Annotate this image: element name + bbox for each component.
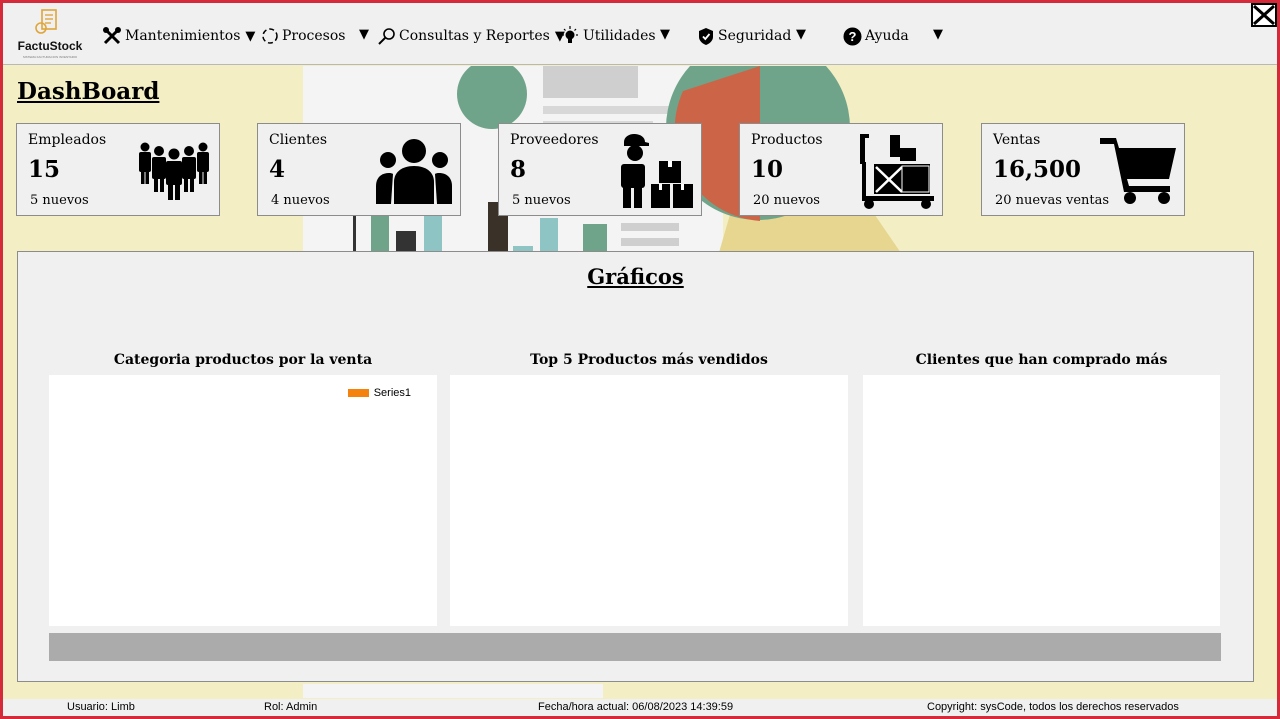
- search-icon: [378, 27, 395, 45]
- card-subtext: 4 nuevos: [271, 193, 330, 208]
- menu-utilidades-label: Utilidades: [583, 28, 656, 44]
- card-value: 10: [751, 156, 784, 183]
- menu-mantenimientos[interactable]: Mantenimientos ▼: [102, 23, 255, 49]
- card-productos[interactable]: Productos 10 20 nuevos: [739, 123, 943, 216]
- charts-panel: Gráficos Categoria productos por la vent…: [17, 251, 1254, 682]
- menu-utilidades[interactable]: Utilidades: [560, 23, 656, 49]
- menu-consultas-reportes[interactable]: Consultas y Reportes ▼: [377, 23, 565, 49]
- tools-icon: [103, 27, 121, 45]
- chart-legend: Series1: [347, 387, 411, 399]
- horizontal-scrollbar[interactable]: [49, 633, 1221, 661]
- menu-ayuda-label: Ayuda: [865, 28, 909, 44]
- chart-clientes-compras: [863, 375, 1220, 626]
- shield-icon: [699, 27, 713, 45]
- supplier-boxes-icon: [621, 134, 693, 208]
- card-label: Clientes: [269, 132, 328, 148]
- chart-categoria-productos: Series1: [49, 375, 437, 626]
- card-empleados[interactable]: Empleados 15 5 nuevos: [16, 123, 220, 216]
- card-label: Productos: [751, 132, 823, 148]
- menu-bar: FactuStock SISTEMA FACTURACION INVENTARI…: [3, 3, 1277, 65]
- card-label: Proveedores: [510, 132, 599, 148]
- close-icon: [1252, 4, 1276, 26]
- procesos-chevron-down-icon[interactable]: ▼: [359, 27, 369, 42]
- status-fecha-hora: Fecha/hora actual: 06/08/2023 14:39:59: [538, 701, 734, 713]
- users-icon: [376, 139, 452, 204]
- menu-consultas-label: Consultas y Reportes: [399, 28, 550, 44]
- card-subtext: 20 nuevas ventas: [995, 193, 1110, 208]
- card-value: 8: [510, 156, 527, 183]
- legend-swatch: [347, 389, 369, 397]
- card-proveedores[interactable]: Proveedores 8 5 nuevos: [498, 123, 702, 216]
- help-icon: ?: [843, 27, 862, 45]
- logo-subtitle: SISTEMA FACTURACION INVENTARIO: [22, 55, 78, 59]
- status-copyright: Copyright: sysCode, todos los derechos r…: [927, 701, 1179, 713]
- legend-label: Series1: [373, 387, 411, 399]
- card-value: 4: [269, 156, 286, 183]
- chart-title-clientes: Clientes que han comprado más: [915, 352, 1168, 368]
- charts-panel-title: Gráficos: [587, 264, 684, 289]
- card-value: 15: [28, 156, 61, 183]
- menu-procesos-label: Procesos: [282, 28, 346, 44]
- card-ventas[interactable]: Ventas 16,500 20 nuevas ventas: [981, 123, 1185, 216]
- card-subtext: 20 nuevos: [753, 193, 820, 208]
- status-usuario: Usuario: Limb: [67, 701, 135, 713]
- ayuda-chevron-down-icon[interactable]: ▼: [933, 27, 943, 42]
- logo-text: FactuStock: [17, 39, 83, 53]
- menu-ayuda[interactable]: ? Ayuda: [843, 23, 909, 49]
- card-clientes[interactable]: Clientes 4 4 nuevos: [257, 123, 461, 216]
- card-label: Ventas: [993, 132, 1041, 148]
- lightbulb-icon: [562, 26, 578, 43]
- card-subtext: 5 nuevos: [30, 193, 89, 208]
- card-label: Empleados: [28, 132, 107, 148]
- refresh-icon: [262, 28, 278, 44]
- chevron-down-icon: ▼: [245, 28, 256, 44]
- status-bar: Usuario: Limb Rol: Admin Fecha/hora actu…: [3, 699, 1277, 716]
- shopping-cart-icon: [1100, 138, 1176, 204]
- close-button[interactable]: [1251, 3, 1277, 27]
- menu-procesos[interactable]: Procesos: [261, 23, 345, 49]
- chart-title-top5: Top 5 Productos más vendidos: [530, 352, 768, 368]
- menu-seguridad[interactable]: Seguridad: [697, 23, 791, 49]
- card-value: 16,500: [993, 156, 1082, 183]
- chart-title-categoria: Categoria productos por la venta: [113, 352, 373, 368]
- invoice-logo-icon: [35, 9, 57, 34]
- status-rol: Rol: Admin: [264, 701, 318, 713]
- page-title: DashBoard: [17, 78, 160, 105]
- people-group-icon: [139, 142, 209, 200]
- hand-truck-icon: [860, 134, 934, 209]
- svg-text:?: ?: [849, 29, 857, 44]
- menu-mantenimientos-label: Mantenimientos: [125, 28, 241, 44]
- chart-top5-productos: [450, 375, 848, 626]
- utilidades-chevron-down-icon[interactable]: ▼: [660, 27, 670, 42]
- card-subtext: 5 nuevos: [512, 193, 571, 208]
- menu-seguridad-label: Seguridad: [718, 28, 792, 44]
- seguridad-chevron-down-icon[interactable]: ▼: [796, 27, 806, 42]
- app-logo: FactuStock SISTEMA FACTURACION INVENTARI…: [11, 7, 83, 61]
